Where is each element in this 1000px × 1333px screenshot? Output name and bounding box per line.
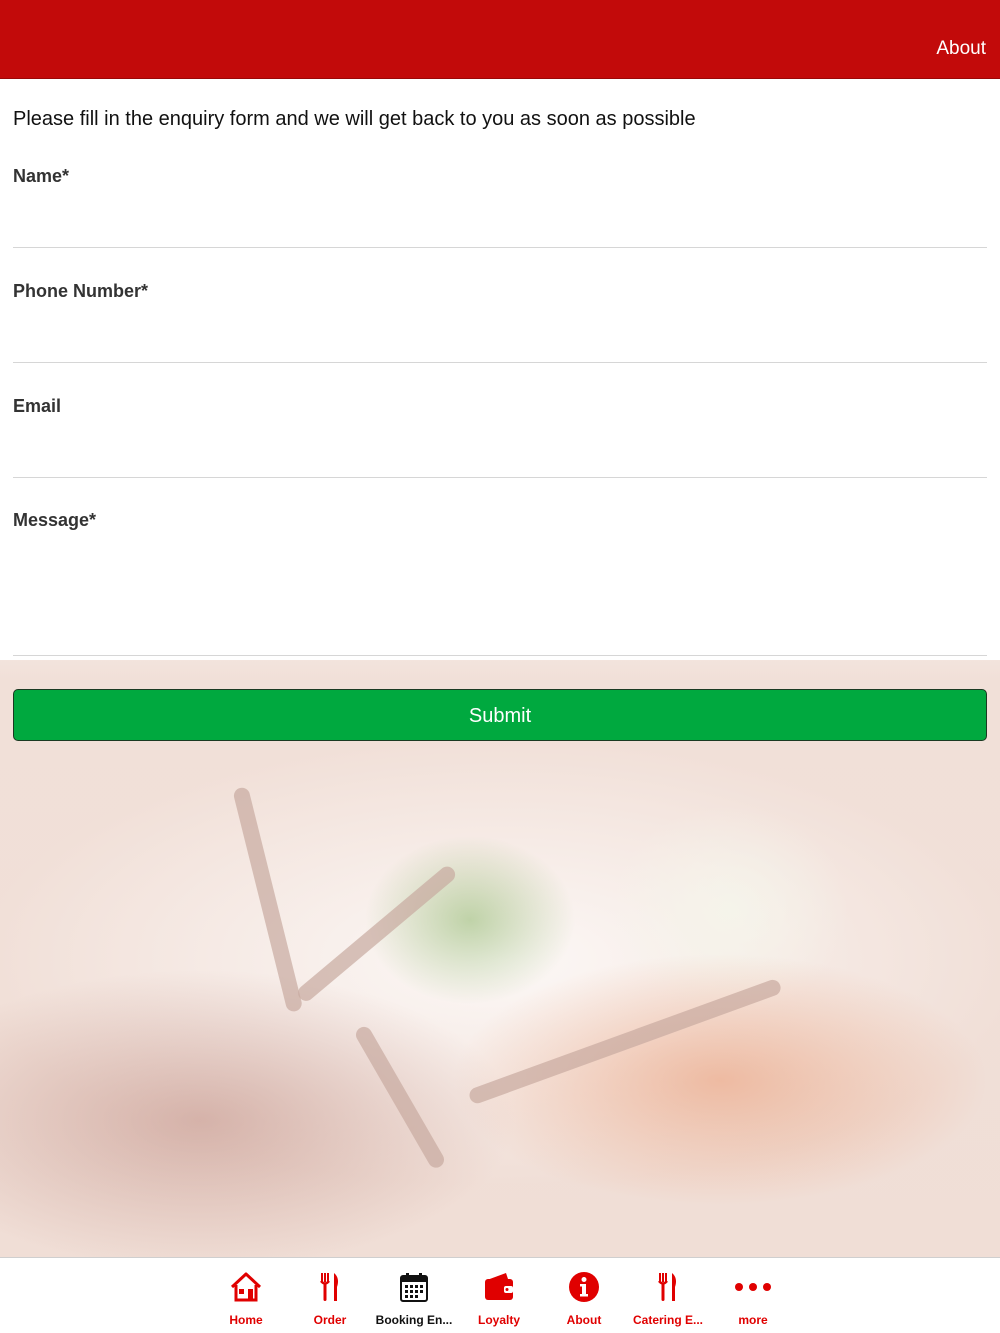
tab-catering-label: Catering E... xyxy=(632,1313,703,1327)
tab-about-label: About xyxy=(566,1313,602,1327)
tab-home[interactable]: Home xyxy=(204,1270,288,1327)
tab-order[interactable]: Order xyxy=(288,1270,372,1327)
calendar-icon xyxy=(397,1270,431,1304)
app-header: About xyxy=(0,0,1000,79)
name-label: Name* xyxy=(13,166,70,186)
form-intro: Please fill in the enquiry form and we w… xyxy=(13,108,696,130)
tab-loyalty[interactable]: Loyalty xyxy=(457,1270,541,1327)
message-input[interactable] xyxy=(13,536,987,656)
tab-more[interactable]: more xyxy=(711,1270,795,1327)
background-food-photo xyxy=(0,660,1000,1258)
bottom-tab-bar: Home Order Booking En... Loyalty About C… xyxy=(0,1257,1000,1333)
more-dots-icon xyxy=(735,1270,771,1304)
message-field-group: Message* xyxy=(13,510,987,656)
email-field-group: Email xyxy=(13,396,987,478)
tab-loyalty-label: Loyalty xyxy=(477,1313,520,1327)
fork-knife-icon xyxy=(313,1270,347,1304)
tab-booking[interactable]: Booking En... xyxy=(372,1270,456,1327)
phone-input[interactable] xyxy=(13,307,987,363)
tab-home-label: Home xyxy=(229,1313,263,1327)
email-input[interactable] xyxy=(13,422,987,478)
header-title: About xyxy=(936,38,986,59)
name-input[interactable] xyxy=(13,192,987,248)
fork-knife-icon xyxy=(651,1270,685,1304)
tab-more-label: more xyxy=(738,1313,768,1327)
wallet-icon xyxy=(482,1270,516,1304)
message-label: Message* xyxy=(13,510,97,530)
tab-catering[interactable]: Catering E... xyxy=(626,1270,710,1327)
phone-label: Phone Number* xyxy=(13,281,149,301)
submit-button[interactable]: Submit xyxy=(13,689,987,741)
info-icon xyxy=(567,1270,601,1304)
home-icon xyxy=(229,1270,263,1304)
tab-order-label: Order xyxy=(313,1313,347,1327)
tab-booking-label: Booking En... xyxy=(375,1313,453,1327)
phone-field-group: Phone Number* xyxy=(13,281,987,363)
name-field-group: Name* xyxy=(13,166,987,248)
tab-about[interactable]: About xyxy=(542,1270,626,1327)
email-label: Email xyxy=(13,396,62,416)
